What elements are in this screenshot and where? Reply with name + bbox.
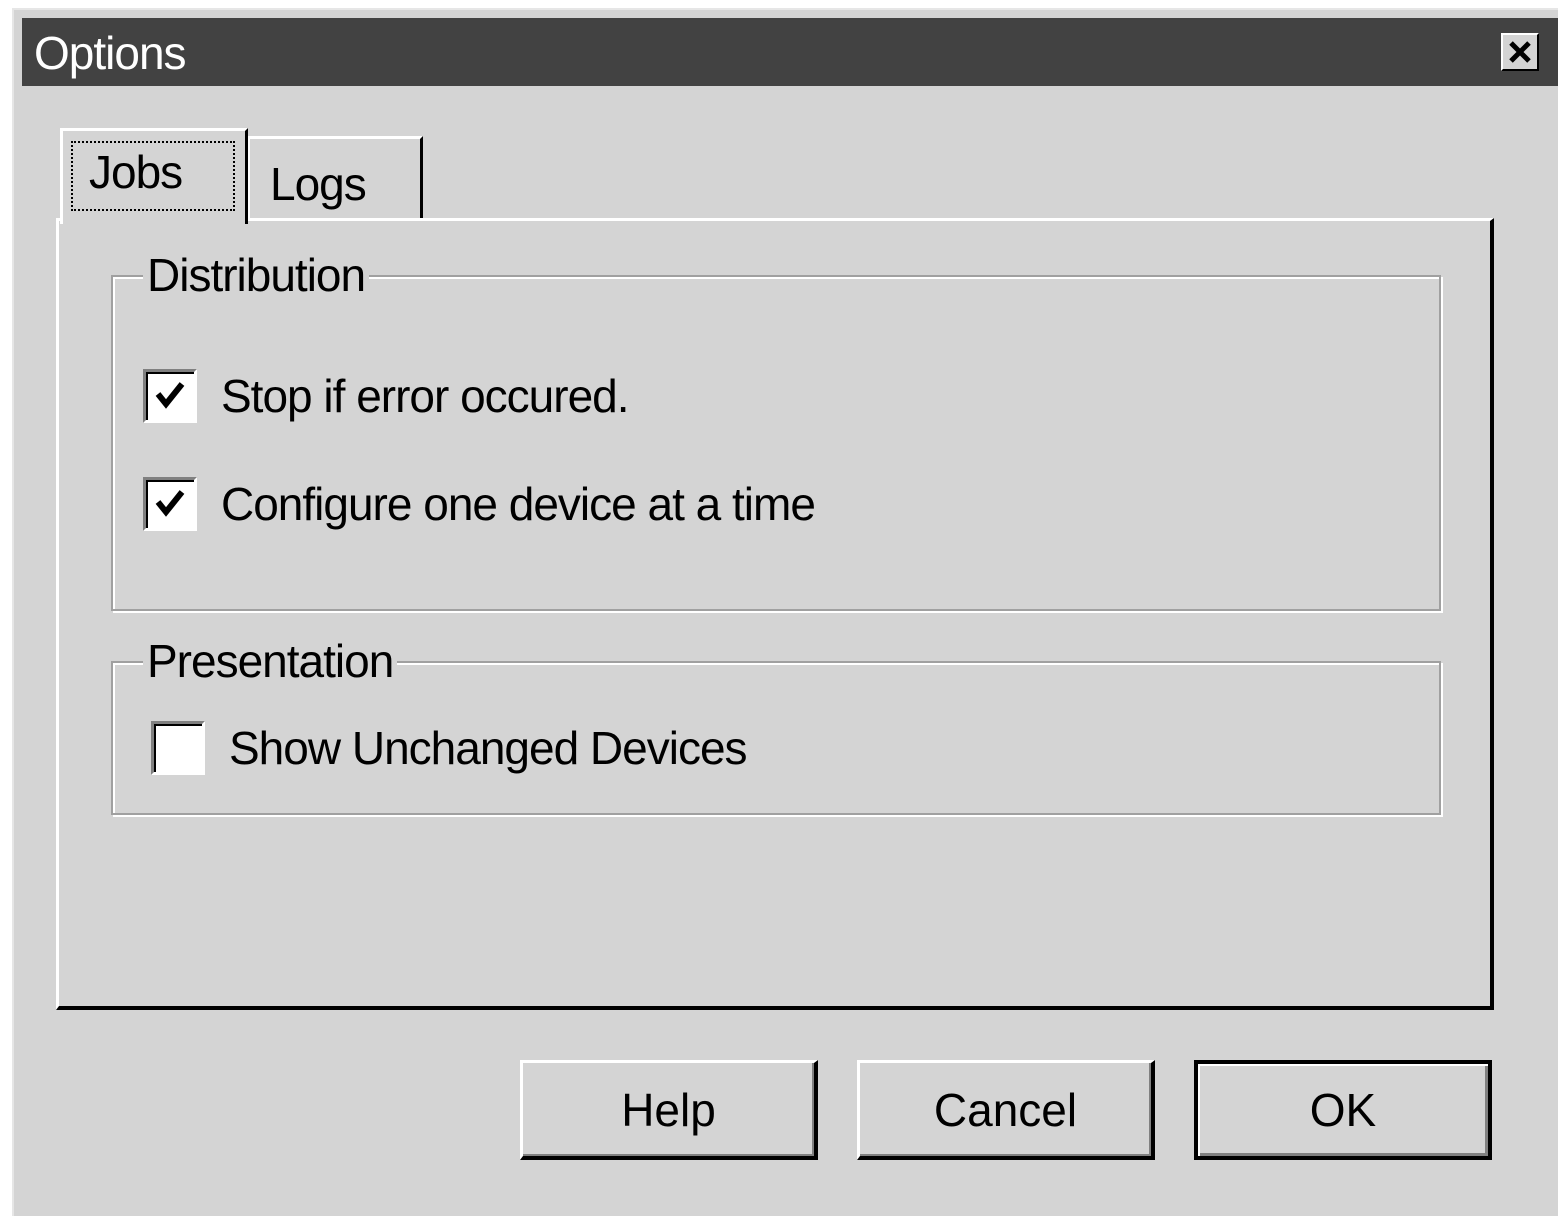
help-button[interactable]: Help bbox=[520, 1060, 818, 1160]
one-device-at-a-time-checkbox[interactable] bbox=[143, 477, 197, 531]
cancel-button[interactable]: Cancel bbox=[857, 1060, 1155, 1160]
window-title: Options bbox=[34, 27, 187, 79]
stop-on-error-checkbox[interactable] bbox=[143, 369, 197, 423]
checkbox-label: Configure one device at a time bbox=[221, 478, 816, 530]
close-button[interactable] bbox=[1501, 33, 1539, 71]
tab-logs[interactable]: Logs bbox=[247, 136, 423, 220]
tab-label: Jobs bbox=[89, 146, 183, 198]
checkbox-label: Stop if error occured. bbox=[221, 370, 630, 422]
show-unchanged-devices-checkbox[interactable] bbox=[151, 721, 205, 775]
presentation-group: Presentation Show Unchanged Devices bbox=[111, 635, 1441, 815]
stop-on-error-option[interactable]: Stop if error occured. bbox=[143, 369, 630, 423]
ok-button[interactable]: OK bbox=[1194, 1060, 1492, 1160]
tab-panel-jobs: Distribution Stop if error occured. Conf… bbox=[56, 218, 1494, 1010]
one-device-at-a-time-option[interactable]: Configure one device at a time bbox=[143, 477, 816, 531]
tab-jobs[interactable]: Jobs bbox=[60, 128, 248, 224]
group-legend: Presentation bbox=[143, 635, 398, 687]
checkbox-label: Show Unchanged Devices bbox=[229, 722, 748, 774]
distribution-group: Distribution Stop if error occured. Conf… bbox=[111, 249, 1441, 611]
tab-label: Logs bbox=[270, 158, 367, 210]
title-bar[interactable]: Options bbox=[22, 18, 1558, 86]
show-unchanged-devices-option[interactable]: Show Unchanged Devices bbox=[151, 721, 748, 775]
group-legend: Distribution bbox=[143, 249, 370, 301]
